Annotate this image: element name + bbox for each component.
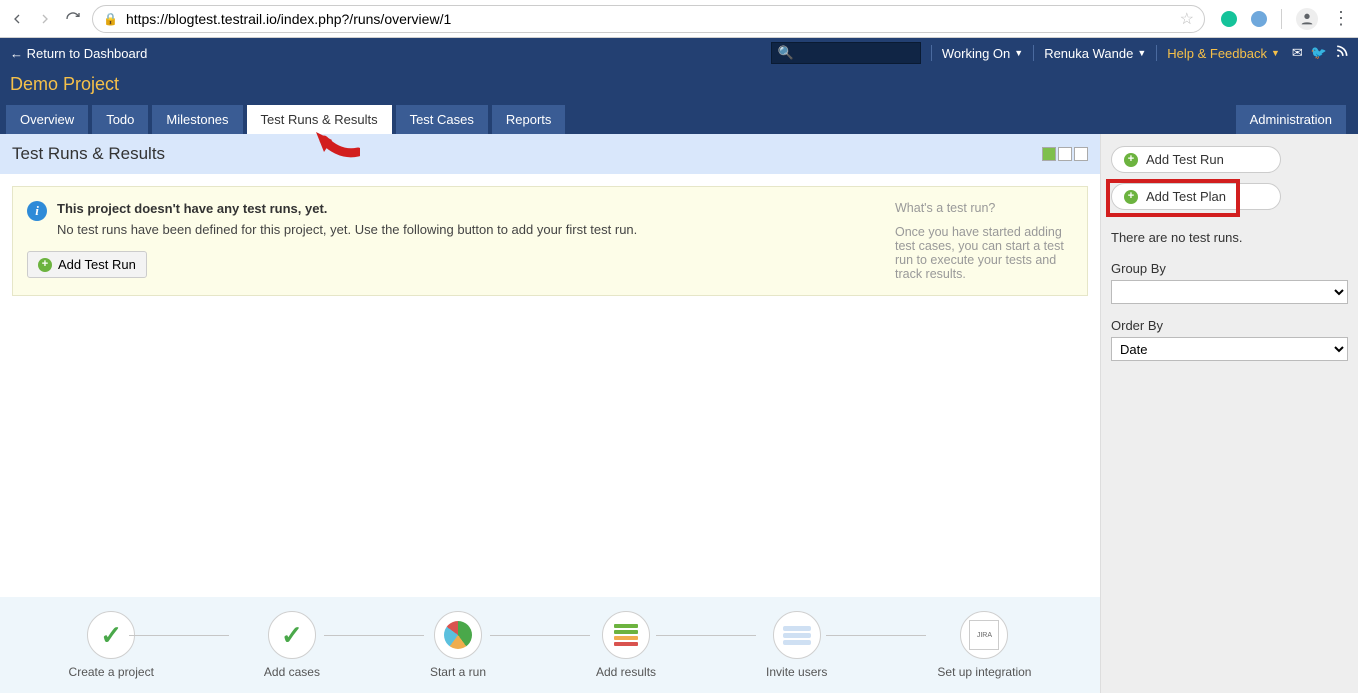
address-bar[interactable]: 🔒 ☆ [92, 5, 1205, 33]
tab-reports[interactable]: Reports [492, 105, 566, 134]
empty-body: No test runs have been defined for this … [57, 222, 637, 237]
whats-a-test-run-title: What's a test run? [895, 201, 1073, 215]
separator [1281, 9, 1282, 29]
info-icon: i [27, 201, 47, 221]
no-runs-text: There are no test runs. [1111, 230, 1348, 245]
search-icon: 🔍 [778, 45, 794, 61]
tab-test-cases[interactable]: Test Cases [396, 105, 488, 134]
forward-icon[interactable] [36, 10, 54, 28]
empty-heading: This project doesn't have any test runs,… [57, 201, 327, 216]
chevron-down-icon: ▼ [1271, 48, 1280, 58]
people-icon [783, 626, 811, 645]
url-input[interactable] [126, 11, 1172, 27]
empty-state-panel: i This project doesn't have any test run… [12, 186, 1088, 296]
extension-grammarly-icon[interactable] [1221, 11, 1237, 27]
step-create-project[interactable]: ✓ Create a project [69, 611, 154, 679]
twitter-icon[interactable]: 🐦 [1311, 45, 1327, 61]
plus-icon: + [38, 258, 52, 272]
browser-toolbar: 🔒 ☆ ⋮ [0, 0, 1358, 38]
working-on-menu[interactable]: Working On▼ [942, 46, 1023, 61]
step-invite-users[interactable]: Invite users [766, 611, 827, 679]
global-search[interactable]: 🔍 [771, 42, 921, 64]
chevron-down-icon: ▼ [1014, 48, 1023, 58]
onboarding-footer: ✓ Create a project ✓ Add cases Start a r… [0, 597, 1100, 693]
view-mode-detail-icon[interactable] [1074, 147, 1088, 161]
mail-icon[interactable]: ✉ [1292, 45, 1303, 61]
order-by-label: Order By [1111, 318, 1348, 333]
project-title: Demo Project [0, 68, 1358, 105]
check-icon: ✓ [100, 620, 122, 651]
chrome-menu-icon[interactable]: ⋮ [1332, 8, 1350, 29]
extension-blue-icon[interactable] [1251, 11, 1267, 27]
add-test-run-label: Add Test Run [58, 257, 136, 272]
sidebar-add-plan-label: Add Test Plan [1146, 189, 1226, 204]
group-by-label: Group By [1111, 261, 1348, 276]
pie-chart-icon [444, 621, 472, 649]
user-menu[interactable]: Renuka Wande▼ [1044, 46, 1146, 61]
reload-icon[interactable] [64, 10, 82, 28]
step-add-cases[interactable]: ✓ Add cases [264, 611, 320, 679]
rss-icon[interactable] [1335, 45, 1348, 61]
tab-test-runs[interactable]: Test Runs & Results [247, 105, 392, 134]
add-test-run-button[interactable]: + Add Test Run [27, 251, 147, 278]
plus-icon: + [1124, 153, 1138, 167]
tab-overview[interactable]: Overview [6, 105, 88, 134]
step-add-results[interactable]: Add results [596, 611, 656, 679]
app-header: ← Return to Dashboard 🔍 Working On▼ Renu… [0, 38, 1358, 134]
sidebar: + Add Test Run + Add Test Plan There are… [1100, 134, 1358, 693]
check-icon: ✓ [281, 620, 303, 651]
lock-icon: 🔒 [103, 12, 118, 26]
order-by-select[interactable]: Date [1111, 337, 1348, 361]
view-mode-list-icon[interactable] [1058, 147, 1072, 161]
nav-tabs: Overview Todo Milestones Test Runs & Res… [0, 105, 1358, 134]
whats-a-test-run-body: Once you have started adding test cases,… [895, 225, 1073, 281]
step-integration[interactable]: JIRA Set up integration [937, 611, 1031, 679]
chevron-down-icon: ▼ [1137, 48, 1146, 58]
sidebar-add-test-plan-button[interactable]: + Add Test Plan [1111, 183, 1281, 210]
group-by-select[interactable] [1111, 280, 1348, 304]
help-feedback-menu[interactable]: Help & Feedback▼ [1167, 46, 1280, 61]
tab-milestones[interactable]: Milestones [152, 105, 242, 134]
sidebar-add-test-run-button[interactable]: + Add Test Run [1111, 146, 1281, 173]
sidebar-add-run-label: Add Test Run [1146, 152, 1224, 167]
back-icon[interactable] [8, 10, 26, 28]
profile-avatar-icon[interactable] [1296, 8, 1318, 30]
tab-todo[interactable]: Todo [92, 105, 148, 134]
results-bars-icon [614, 624, 638, 646]
step-start-run[interactable]: Start a run [430, 611, 486, 679]
bookmark-star-icon[interactable]: ☆ [1180, 9, 1194, 29]
return-dashboard-link[interactable]: ← Return to Dashboard [10, 46, 147, 61]
view-mode-cards-icon[interactable] [1042, 147, 1056, 161]
plus-icon: + [1124, 190, 1138, 204]
integration-icon: JIRA [969, 620, 999, 650]
page-title: Test Runs & Results [12, 144, 165, 164]
tab-administration[interactable]: Administration [1236, 105, 1346, 134]
